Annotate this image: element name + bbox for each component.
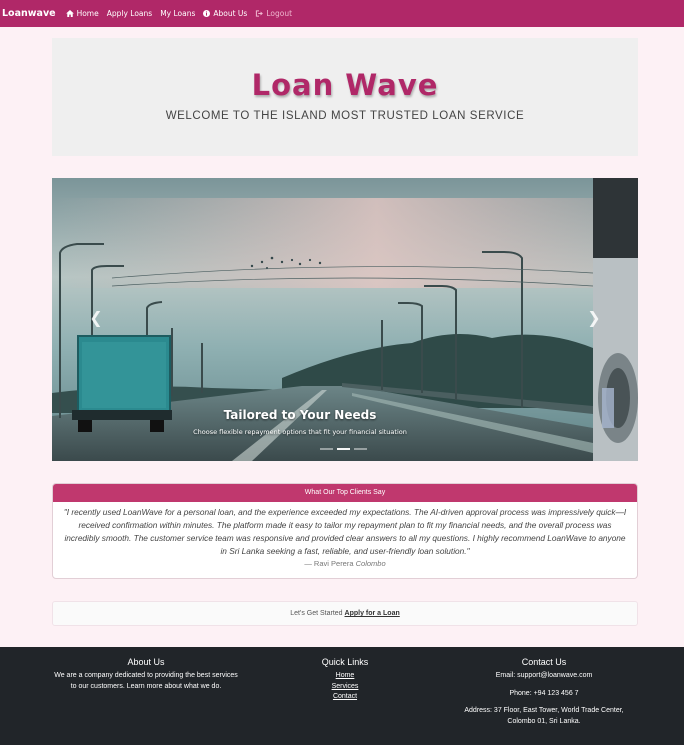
hero-title: Loan Wave: [251, 68, 439, 102]
apply-loan-link[interactable]: Apply for a Loan: [345, 610, 400, 617]
nav-apply-loans-label: Apply Loans: [106, 9, 153, 18]
testimonial-quote: "I recently used LoanWave for a personal…: [63, 507, 627, 556]
footer-link-home[interactable]: Home: [283, 671, 407, 682]
nav-logout-label: Logout: [266, 9, 293, 18]
nav-my-loans-label: My Loans: [160, 9, 196, 18]
carousel-indicator-2[interactable]: [337, 448, 350, 450]
footer-contact-address: Address: 37 Floor, East Tower, World Tra…: [464, 707, 624, 725]
carousel-indicators: [320, 448, 367, 450]
nav-about-link[interactable]: About Us: [203, 9, 247, 18]
info-icon: [203, 10, 211, 17]
hero-jumbotron: Loan Wave WELCOME TO THE ISLAND MOST TRU…: [52, 38, 638, 156]
carousel-next-button[interactable]: ❯: [584, 308, 604, 327]
nav-about-label: About Us: [213, 9, 248, 18]
testimonial-location: Colombo: [355, 559, 386, 568]
get-started-banner: Let's Get Started Apply for a Loan: [52, 601, 638, 626]
chevron-right-icon: ❯: [587, 308, 601, 327]
nav-apply-loans-link[interactable]: Apply Loans: [107, 9, 152, 18]
testimonial-card: What Our Top Clients Say "I recently use…: [52, 483, 638, 579]
footer-link-services[interactable]: Services: [283, 682, 407, 693]
footer-links-title: Quick Links: [321, 657, 369, 667]
navbar: Loanwave Home Apply Loans My Loans About…: [0, 0, 684, 27]
nav-logout-link[interactable]: Logout: [255, 9, 292, 18]
cta-text: Let's Get Started: [290, 610, 343, 617]
footer-contact-phone: Phone: +94 123 456 7: [509, 689, 579, 697]
footer-about-section: About Us We are a company dedicated to p…: [52, 657, 240, 692]
testimonial-author: — Ravi Perera: [304, 559, 354, 568]
footer-contact-email: Email: support@loanwave.com: [495, 672, 593, 679]
testimonial-attribution: — Ravi Perera Colombo: [53, 559, 637, 568]
testimonial-header: What Our Top Clients Say: [53, 484, 637, 502]
carousel-indicator-1[interactable]: [320, 448, 333, 450]
brand-logo[interactable]: Loanwave: [2, 8, 56, 19]
footer-link-contact[interactable]: Contact: [283, 692, 407, 703]
logout-icon: [256, 10, 264, 17]
site-footer: About Us We are a company dedicated to p…: [0, 647, 684, 745]
image-carousel[interactable]: ❮ ❯ Tailored to Your Needs Choose flexib…: [52, 178, 638, 461]
carousel-caption-text: Choose flexible repayment options that f…: [193, 428, 407, 436]
carousel-caption-title: Tailored to Your Needs: [223, 408, 377, 422]
nav-my-loans-link[interactable]: My Loans: [160, 9, 195, 18]
nav-home-link[interactable]: Home: [65, 9, 99, 18]
footer-about-title: About Us: [127, 657, 165, 667]
nav-home-label: Home: [76, 9, 99, 18]
carousel-prev-button[interactable]: ❮: [86, 308, 106, 327]
carousel-indicator-3[interactable]: [354, 448, 367, 450]
chevron-left-icon: ❮: [89, 308, 103, 327]
footer-about-text: We are a company dedicated to providing …: [54, 672, 238, 690]
footer-contact-title: Contact Us: [521, 657, 567, 667]
footer-quick-links: Quick Links Home Services Contact: [283, 657, 407, 703]
footer-contact-section: Contact Us Email: support@loanwave.com P…: [450, 657, 638, 734]
home-icon: [65, 10, 74, 17]
hero-subtitle: WELCOME TO THE ISLAND MOST TRUSTED LOAN …: [165, 110, 525, 122]
